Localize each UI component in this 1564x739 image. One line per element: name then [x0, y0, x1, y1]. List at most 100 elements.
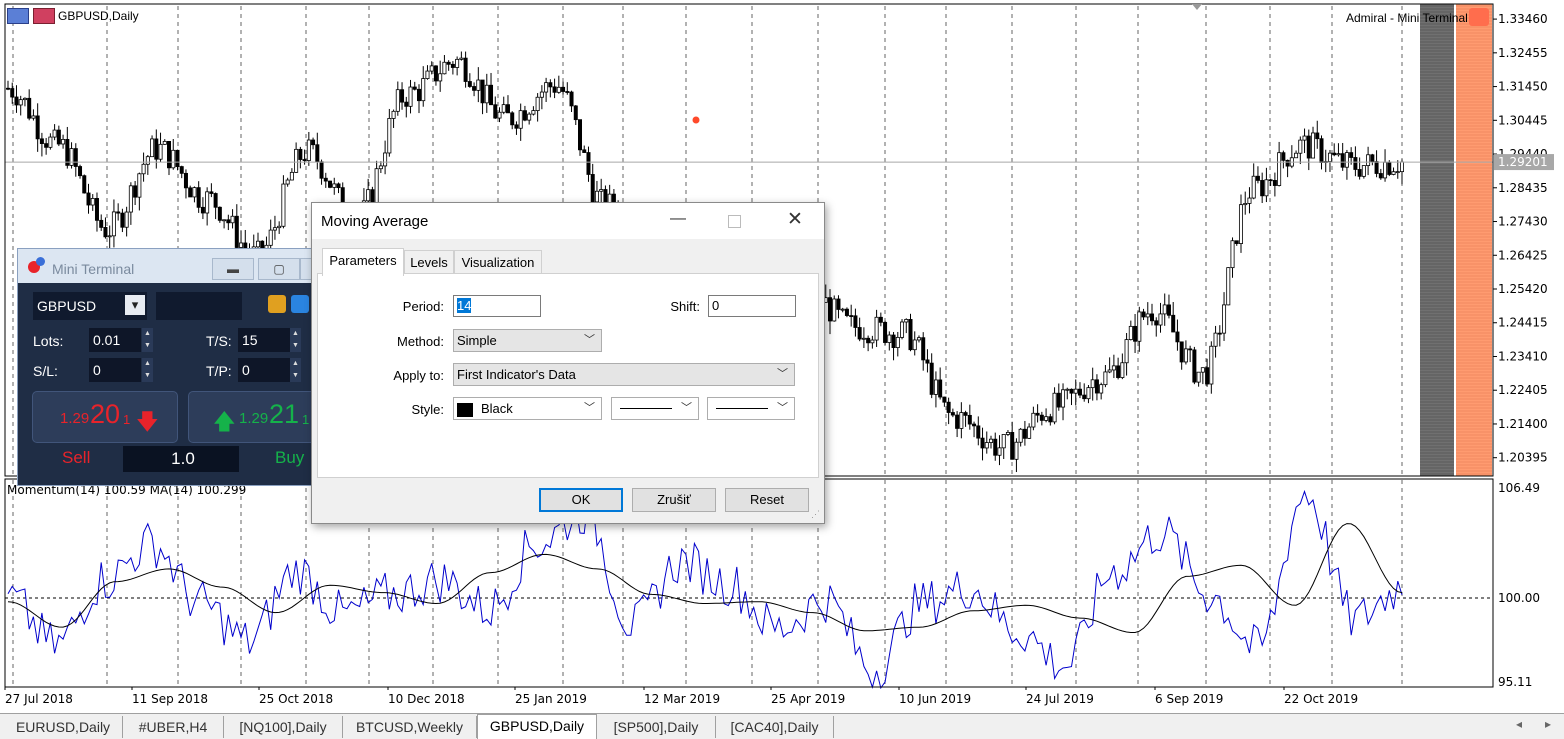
candle-body [400, 89, 405, 103]
maximize-icon[interactable] [728, 215, 741, 228]
price-tick-label: 1.23410 [1498, 349, 1548, 363]
shift-marker-icon[interactable] [1192, 4, 1202, 10]
reset-button[interactable]: Reset [725, 488, 809, 512]
candle-body [175, 149, 180, 167]
candle-body [294, 148, 299, 173]
resize-grip-icon[interactable]: ⋰ [811, 509, 820, 520]
moving-average-dialog[interactable]: Moving Average — ✕ Parameters Levels Vis… [311, 202, 825, 524]
buy-price-button[interactable]: 🡅 1.29 21 1 [188, 391, 314, 443]
method-value: Simple [457, 333, 497, 348]
method-select[interactable]: Simple ﹀ [453, 329, 602, 352]
cancel-button[interactable]: Zrušiť [632, 488, 716, 512]
tab-cac40-daily[interactable]: [CAC40],Daily [716, 716, 834, 738]
candle-body [459, 57, 464, 60]
candle-body [1162, 304, 1167, 315]
symbol-select[interactable]: GBPUSD ▾ [33, 292, 147, 320]
candle-body [1124, 339, 1129, 364]
candle-body [849, 315, 854, 317]
candle-body [467, 81, 472, 87]
sl-stepper[interactable]: ▲ ▼ [142, 358, 153, 382]
scroll-right-icon[interactable]: ▸ [1545, 717, 1551, 731]
candle-body [594, 190, 599, 203]
sell-price-button[interactable]: 1.29 20 1 🡇 [32, 391, 178, 443]
candle-body [99, 219, 104, 228]
tp-stepper[interactable]: ▲ ▼ [290, 358, 301, 382]
candle-body [1048, 416, 1053, 423]
tab-visualization[interactable]: Visualization [454, 250, 542, 275]
minimize-icon[interactable]: — [670, 210, 686, 228]
candle-body [544, 82, 549, 93]
chevron-down-icon[interactable]: ▾ [125, 295, 145, 315]
tab-btcusd-weekly[interactable]: BTCUSD,Weekly [343, 716, 477, 738]
candle-body [933, 379, 938, 395]
buy-button[interactable]: Buy [275, 448, 304, 468]
candle-body [946, 401, 951, 413]
close-icon[interactable]: ✕ [787, 208, 803, 231]
lots-input[interactable]: 0.01 [89, 328, 141, 352]
tab-gbpusd-daily[interactable]: GBPUSD,Daily [477, 714, 597, 739]
sell-button[interactable]: Sell [62, 448, 90, 468]
tab-uber-h4[interactable]: #UBER,H4 [123, 716, 224, 738]
symbol-info-field [156, 292, 242, 320]
apply-to-select[interactable]: First Indicator's Data ﹀ [453, 363, 795, 386]
candle-body [514, 124, 519, 129]
candle-body [1387, 161, 1392, 175]
sell-price-prefix: 1.29 [60, 410, 90, 427]
gear-icon[interactable] [291, 295, 309, 313]
candle-body [10, 88, 15, 98]
candle-body [505, 104, 510, 114]
method-label: Method: [397, 334, 444, 349]
ts-stepper[interactable]: ▲ ▼ [290, 328, 301, 352]
shift-input[interactable]: 0 [708, 295, 796, 317]
line-style-select[interactable]: ﹀ [611, 397, 699, 420]
candle-body [56, 129, 61, 145]
link-icon[interactable] [268, 295, 286, 313]
line-width-select[interactable]: ﹀ [707, 397, 795, 420]
candle-body [1281, 152, 1286, 161]
broker-logo-icon[interactable] [1469, 8, 1489, 26]
mini-terminal-titlebar[interactable]: Mini Terminal ▬ ▢ [18, 249, 314, 283]
tab-parameters[interactable]: Parameters [322, 248, 404, 276]
indicator-tick-label: 95.11 [1498, 675, 1532, 689]
candle-body [319, 161, 324, 179]
tab-nq100-daily[interactable]: [NQ100],Daily [224, 716, 343, 738]
candle-body [285, 179, 290, 185]
candle-body [955, 414, 960, 429]
candle-body [1247, 197, 1252, 204]
candle-body [1154, 320, 1159, 326]
scroll-left-icon[interactable]: ◂ [1516, 717, 1522, 731]
indicator-tick-label: 100.00 [1498, 591, 1540, 605]
minimize-button[interactable]: ▬ [212, 258, 254, 280]
maximize-button[interactable]: ▢ [258, 258, 300, 280]
candle-body [857, 327, 862, 340]
tab-sp500-daily[interactable]: [SP500],Daily [597, 716, 716, 738]
candle-body [1107, 369, 1112, 373]
tp-input[interactable]: 0 [238, 358, 290, 382]
tab-levels[interactable]: Levels [404, 250, 454, 275]
candle-body [1192, 349, 1197, 383]
candle-body [950, 412, 955, 416]
lots-stepper[interactable]: ▲ ▼ [142, 328, 153, 352]
chart-window-icons[interactable] [7, 8, 56, 27]
time-axis-label: 27 Jul 2018 [5, 692, 73, 706]
period-label: Period: [402, 299, 444, 314]
candle-body [1294, 152, 1299, 159]
candle-body [1073, 388, 1078, 394]
style-color-select[interactable]: Black ﹀ [453, 397, 602, 420]
candle-body [539, 91, 544, 98]
time-axis-label: 10 Dec 2018 [388, 692, 465, 706]
candle-body [1133, 325, 1138, 342]
candle-body [14, 96, 19, 106]
candle-body [908, 319, 913, 351]
candle-body [1353, 157, 1358, 170]
ts-input[interactable]: 15 [238, 328, 290, 352]
candle-body [455, 58, 460, 68]
candle-body [874, 316, 879, 341]
mini-terminal-panel[interactable]: Mini Terminal ▬ ▢ GBPUSD ▾ Lots: 0.01 ▲ ▼… [17, 248, 315, 486]
ok-button[interactable]: OK [539, 488, 623, 512]
period-input[interactable]: 14 [453, 295, 541, 317]
candle-body [1128, 325, 1133, 341]
tab-eurusd-daily[interactable]: EURUSD,Daily [4, 716, 123, 738]
volume-input[interactable]: 1.0 [123, 446, 239, 472]
sl-input[interactable]: 0 [89, 358, 141, 382]
